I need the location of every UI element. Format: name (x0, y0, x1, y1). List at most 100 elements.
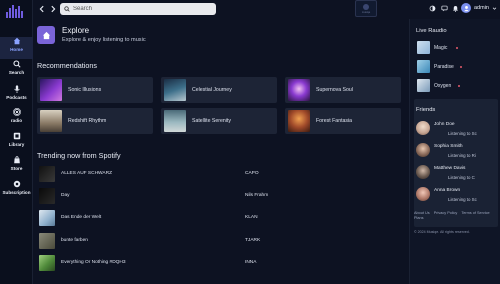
track-artist: KLAN (245, 215, 258, 220)
album-art (164, 110, 186, 132)
sidebar-item-label: Subscription (2, 190, 31, 195)
sidebar-item-label: Podcasts (6, 95, 27, 100)
app-logo[interactable] (6, 4, 26, 18)
station-art (417, 79, 430, 92)
track-row[interactable]: Das Ende der Welt KLAN (33, 210, 408, 228)
track-artist: TJARK (245, 238, 261, 243)
track-art (39, 255, 55, 271)
store-icon (13, 156, 20, 164)
sidebar-item-label: Home (10, 47, 23, 52)
album-art (288, 79, 310, 101)
privacy-policy-link[interactable]: Privacy Policy (434, 211, 458, 215)
friend-avatar (416, 121, 430, 135)
friend-item[interactable]: John Doe Listening to Sc (416, 121, 496, 141)
friend-name: Sophia Smith (434, 144, 463, 149)
friend-status: Listening to Ri (448, 153, 476, 158)
subscription-icon (13, 180, 20, 188)
sidebar-item-library[interactable]: Library (0, 132, 33, 154)
user-icon (463, 5, 469, 11)
recommendation-card[interactable]: Redshift Rhythm (37, 108, 153, 134)
top-bar: musiqe admin (33, 0, 500, 19)
recommendation-card[interactable]: Celestial Journey (161, 77, 277, 103)
station-art (417, 60, 430, 73)
now-playing-thumbnail[interactable]: musiqe (355, 0, 377, 17)
friend-avatar (416, 143, 430, 157)
home-icon (13, 37, 20, 45)
thumbnail-label: musiqe (361, 10, 371, 14)
track-artist: Nils Frahm (245, 193, 269, 198)
station-name: Oxygen (434, 83, 452, 89)
footer-links: About Us Privacy Policy Terms of Service… (414, 211, 498, 221)
station-art (417, 41, 430, 54)
sidebar-item-search[interactable]: Search (0, 60, 33, 82)
sidebar-item-store[interactable]: Store (0, 156, 33, 178)
plans-link[interactable]: Plans (414, 216, 424, 220)
recommendation-card[interactable]: Sonic Illusions (37, 77, 153, 103)
track-row[interactable]: bunte farben TJARK (33, 233, 408, 251)
radio-station[interactable]: Oxygen (417, 79, 497, 93)
friend-item[interactable]: Matthew Davis Listening to C (416, 165, 496, 185)
friend-avatar (416, 165, 430, 179)
forward-arrow-icon[interactable] (49, 5, 57, 13)
recommendations-heading: Recommendations (37, 61, 97, 70)
recommendation-card[interactable]: Satellite Serenity (161, 108, 277, 134)
track-title: Das Ende der Welt (61, 215, 102, 220)
chat-icon[interactable] (441, 5, 448, 12)
thumbnail-art (363, 3, 369, 10)
search-bar[interactable] (60, 3, 216, 15)
live-indicator-dot (460, 66, 463, 69)
track-row[interactable]: Everything Or Nothing #DQH3 INNA (33, 255, 408, 273)
track-title: ALLES AUF SCHWARZ (61, 171, 112, 176)
track-row[interactable]: ALLES AUF SCHWARZ CAPO (33, 166, 408, 184)
track-title: bunte farben (61, 238, 88, 243)
search-input[interactable] (73, 6, 203, 12)
username-label[interactable]: admin (474, 5, 489, 11)
sidebar-item-podcasts[interactable]: Podcasts (0, 85, 33, 107)
friend-name: John Doe (434, 122, 455, 127)
radio-icon (12, 108, 21, 116)
about-us-link[interactable]: About Us (414, 211, 430, 215)
page-title: Explore (62, 26, 90, 35)
friend-item[interactable]: Sophia Smith Listening to Ri (416, 143, 496, 163)
notification-bell-icon[interactable] (452, 5, 459, 12)
microphone-icon (13, 85, 20, 93)
track-art (39, 233, 55, 249)
recommendation-title: Redshift Rhythm (68, 118, 107, 124)
recommendation-card[interactable]: Supernova Soul (285, 77, 401, 103)
trending-heading: Trending now from Spotify (37, 151, 121, 160)
sidebar-item-home[interactable]: Home (0, 37, 33, 59)
track-title: Everything Or Nothing #DQH3 (61, 260, 126, 265)
sidebar-item-subscription[interactable]: Subscription (0, 180, 33, 202)
track-row[interactable]: Day Nils Frahm (33, 188, 408, 206)
sidebar-item-radio[interactable]: radio (0, 108, 33, 130)
radio-station[interactable]: Paradise (417, 60, 497, 74)
friends-heading: Friends (416, 107, 436, 113)
track-artist: CAPO (245, 171, 259, 176)
live-indicator-dot (456, 47, 459, 50)
friend-item[interactable]: Anna Brown Listening to Sc (416, 187, 496, 207)
theme-toggle-icon[interactable] (429, 5, 436, 12)
live-radio-heading: Live Raudio (416, 28, 447, 34)
track-art (39, 210, 55, 226)
friend-avatar (416, 187, 430, 201)
friend-name: Anna Brown (434, 188, 461, 193)
recommendation-title: Satellite Serenity (192, 118, 231, 124)
radio-station[interactable]: Magic (417, 41, 497, 55)
terms-of-service-link[interactable]: Terms of Service (461, 211, 489, 215)
track-art (39, 188, 55, 204)
user-avatar[interactable] (461, 3, 471, 13)
sidebar-item-label: Search (8, 70, 25, 75)
chevron-down-icon[interactable] (492, 6, 497, 11)
station-name: Magic (434, 45, 448, 51)
main-content: Explore Explore & enjoy listening to mus… (33, 19, 408, 284)
sidebar-item-label: radio (10, 118, 23, 123)
search-icon (12, 60, 21, 68)
album-art (40, 110, 62, 132)
page-subtitle: Explore & enjoy listening to music (62, 37, 146, 43)
track-artist: INNA (245, 260, 257, 265)
friend-status: Listening to Sc (448, 131, 477, 136)
friend-status: Listening to Sc (448, 197, 477, 202)
recommendation-card[interactable]: Forest Fantasia (285, 108, 401, 134)
sidebar: Home Search Podcasts radio Library Store… (0, 0, 33, 284)
back-arrow-icon[interactable] (38, 5, 46, 13)
